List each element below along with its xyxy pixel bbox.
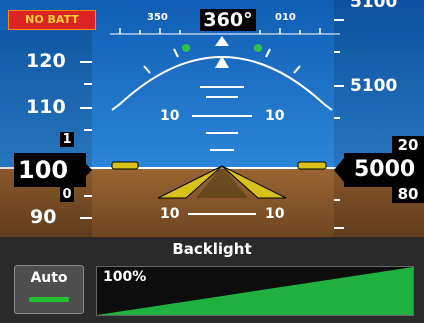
auto-indicator	[29, 297, 69, 302]
backlight-slider[interactable]: 100%	[96, 266, 414, 316]
altitude-tick-label: 5100	[350, 76, 398, 96]
altitude-tick-label: 5100	[350, 0, 398, 12]
heading-tick-label: 010	[275, 12, 296, 23]
airspeed-tick-label: 120	[26, 50, 66, 72]
pitch-label-up-right: 10	[265, 108, 285, 124]
airspeed-tick-label: 90	[30, 206, 57, 228]
altitude-roll-bottom: 80	[392, 185, 424, 203]
heading-readout: 360°	[200, 9, 256, 31]
no-battery-flag: NO BATT	[8, 10, 96, 30]
roll-marker-right	[254, 44, 262, 52]
auto-button[interactable]: Auto	[14, 265, 84, 314]
airspeed-readout: 100	[14, 153, 86, 187]
backlight-title: Backlight	[172, 240, 252, 258]
backlight-level-text: 100%	[103, 269, 147, 285]
auto-button-label: Auto	[30, 270, 68, 286]
roll-marker-left	[182, 44, 190, 52]
attitude-indicator	[0, 0, 424, 238]
pitch-label-down-left: 10	[160, 206, 180, 222]
pitch-label-down-right: 10	[265, 206, 285, 222]
airspeed-trend-top: 1	[60, 132, 74, 147]
pfd-screen: NO BATT 350 010 360° 120 110 90 100 1 0 …	[0, 0, 424, 323]
altitude-roll-top: 20	[392, 136, 424, 154]
heading-tick-label: 350	[147, 12, 168, 23]
airspeed-tick-label: 110	[26, 96, 66, 118]
altitude-readout: 5000	[344, 153, 424, 187]
airspeed-trend-bottom: 0	[60, 187, 74, 202]
pitch-label-up-left: 10	[160, 108, 180, 124]
